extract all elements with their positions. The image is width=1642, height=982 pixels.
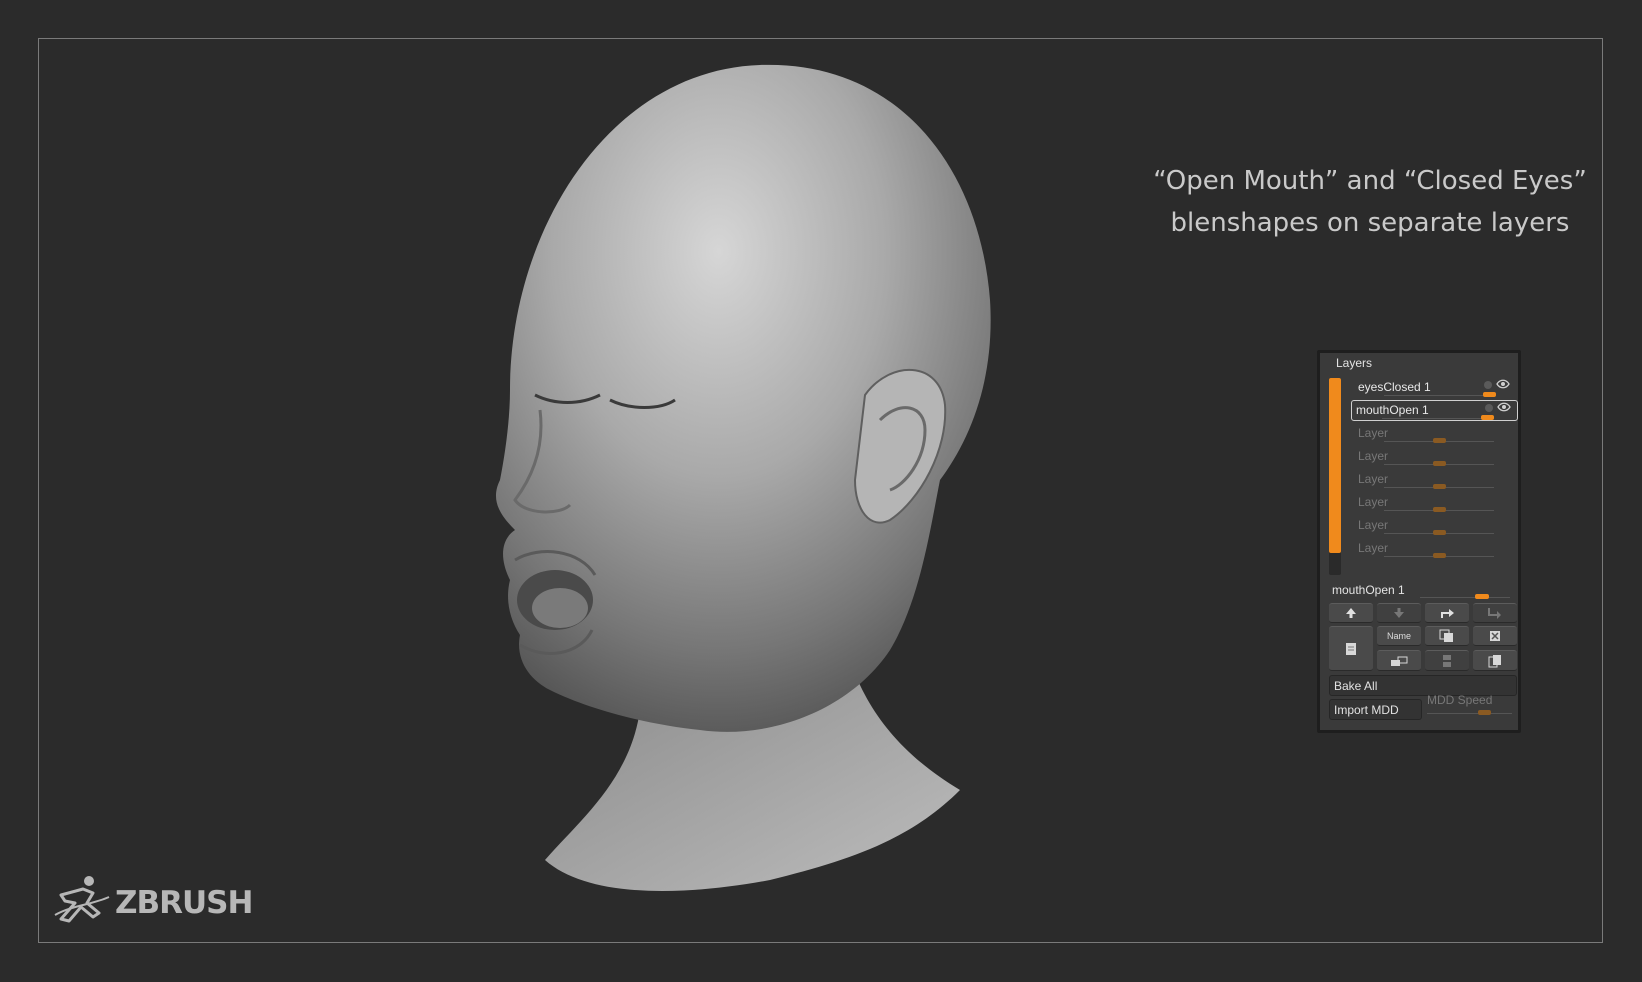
record-toggle-icon[interactable] bbox=[1485, 404, 1493, 412]
active-layer-strength-track[interactable] bbox=[1420, 597, 1510, 598]
insert-icon bbox=[1391, 656, 1408, 666]
new-layer-button[interactable] bbox=[1329, 626, 1373, 671]
caption: “Open Mouth” and “Closed Eyes” blenshape… bbox=[1080, 160, 1642, 244]
layer-strength-slider[interactable] bbox=[1433, 553, 1446, 558]
eye-icon[interactable] bbox=[1496, 379, 1510, 389]
layer-row[interactable]: Layer bbox=[1353, 492, 1517, 513]
layer-name: eyesClosed 1 bbox=[1358, 380, 1431, 394]
active-layer-strength-slider[interactable] bbox=[1475, 594, 1489, 599]
layer-name: Layer bbox=[1358, 426, 1389, 440]
zbrush-logo: ZBRUSH bbox=[53, 875, 253, 930]
copy-icon bbox=[1488, 654, 1501, 667]
layer-strength-slider[interactable] bbox=[1433, 438, 1446, 443]
layer-name: Layer bbox=[1358, 541, 1389, 555]
merge-down-button[interactable] bbox=[1473, 603, 1517, 623]
move-layer-up-button[interactable] bbox=[1329, 603, 1373, 623]
move-layer-down-button[interactable] bbox=[1377, 603, 1421, 623]
caption-line-2: blenshapes on separate layers bbox=[1170, 208, 1570, 238]
layer-name: Layer bbox=[1358, 518, 1389, 532]
layer-strength-slider[interactable] bbox=[1480, 415, 1494, 420]
delete-layer-button[interactable] bbox=[1473, 626, 1517, 646]
layer-row[interactable]: Layer bbox=[1353, 515, 1517, 536]
layer-strength-track[interactable] bbox=[1382, 418, 1492, 419]
import-mdd-button[interactable]: Import MDD bbox=[1329, 699, 1422, 720]
layer-name: Layer bbox=[1358, 449, 1389, 463]
delete-icon bbox=[1490, 631, 1500, 641]
duplicate-layer-button[interactable] bbox=[1425, 626, 1469, 646]
mdd-speed-label: MDD Speed bbox=[1427, 693, 1493, 707]
layers-scrollbar[interactable] bbox=[1329, 378, 1341, 575]
layers-scrollbar-thumb[interactable] bbox=[1329, 378, 1341, 553]
copy-layer-button[interactable] bbox=[1473, 650, 1517, 671]
layers-panel-title: Layers bbox=[1336, 356, 1373, 370]
sculpted-head-model bbox=[470, 60, 1030, 940]
layer-name: mouthOpen 1 bbox=[1356, 403, 1429, 417]
zbrush-runner-icon bbox=[53, 875, 111, 930]
new-document-icon bbox=[1346, 642, 1356, 655]
arrow-up-icon bbox=[1346, 608, 1356, 618]
layer-strength-slider[interactable] bbox=[1433, 530, 1446, 535]
record-toggle-icon[interactable] bbox=[1484, 381, 1492, 389]
layer-row[interactable]: Layer bbox=[1353, 446, 1517, 467]
active-layer-label: mouthOpen 1 bbox=[1332, 583, 1405, 597]
layer-stack-icon bbox=[1443, 654, 1451, 667]
redirect-arrow-icon bbox=[1441, 609, 1454, 618]
layer-strength-slider[interactable] bbox=[1433, 461, 1446, 466]
mdd-speed-track[interactable] bbox=[1427, 713, 1512, 714]
layer-row[interactable]: Layer bbox=[1353, 469, 1517, 490]
split-layer-button[interactable] bbox=[1425, 603, 1469, 623]
rename-layer-label: Name bbox=[1386, 631, 1411, 641]
duplicate-icon bbox=[1439, 629, 1453, 642]
layers-panel: Layers eyesClosed 1 mouthOpen 1 Layer Layer… bbox=[1317, 350, 1521, 733]
layer-strength-slider[interactable] bbox=[1482, 392, 1496, 397]
mdd-speed-slider[interactable] bbox=[1478, 710, 1491, 715]
layer-row[interactable]: Layer bbox=[1353, 423, 1517, 444]
zbrush-wordmark: ZBRUSH bbox=[115, 884, 253, 921]
layer-name: Layer bbox=[1358, 472, 1389, 486]
layer-strength-slider[interactable] bbox=[1433, 484, 1446, 489]
insert-layer-button[interactable] bbox=[1377, 650, 1421, 671]
merge-arrow-icon bbox=[1488, 608, 1501, 619]
layer-options-button[interactable] bbox=[1425, 650, 1469, 671]
layer-strength-track[interactable] bbox=[1384, 395, 1494, 396]
layer-row[interactable]: eyesClosed 1 bbox=[1353, 377, 1517, 398]
layer-name: Layer bbox=[1358, 495, 1389, 509]
layer-row[interactable]: mouthOpen 1 bbox=[1351, 400, 1518, 421]
rename-layer-button[interactable]: Name bbox=[1377, 626, 1421, 646]
eye-icon[interactable] bbox=[1497, 402, 1511, 412]
layer-row[interactable]: Layer bbox=[1353, 538, 1517, 559]
layer-strength-slider[interactable] bbox=[1433, 507, 1446, 512]
caption-line-1: “Open Mouth” and “Closed Eyes” bbox=[1153, 166, 1587, 196]
arrow-down-icon bbox=[1394, 608, 1404, 618]
